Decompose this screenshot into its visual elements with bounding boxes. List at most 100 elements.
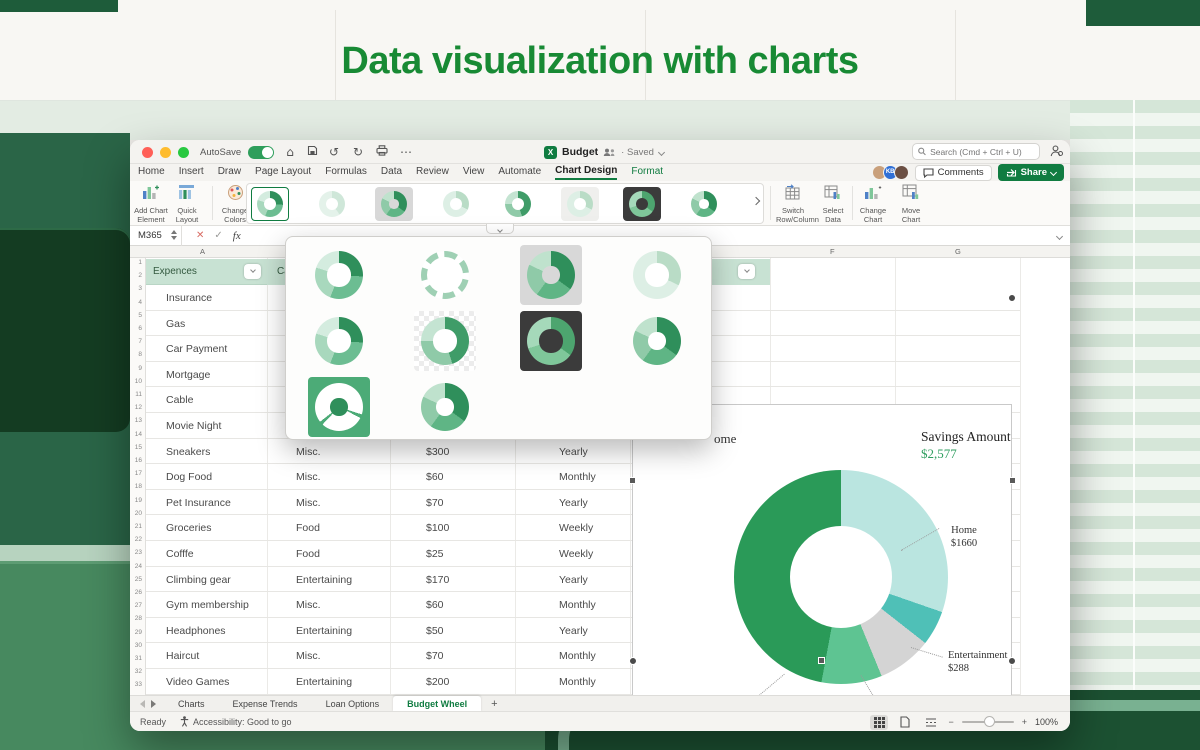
table-cell[interactable]: Monthly <box>559 471 596 483</box>
ribbon-tab-page-layout[interactable]: Page Layout <box>255 166 311 179</box>
name-box[interactable]: M365 <box>130 226 182 246</box>
sheet-tab-budget-wheel[interactable]: Budget Wheel <box>393 696 481 712</box>
row-number[interactable]: 32 <box>130 668 145 675</box>
row-number[interactable]: 15 <box>130 444 145 451</box>
row-number[interactable]: 3 <box>130 285 145 292</box>
row-number[interactable]: 11 <box>130 391 145 398</box>
table-cell[interactable]: Sneakers <box>166 446 210 458</box>
row-number[interactable]: 28 <box>130 615 145 622</box>
confirm-formula-icon[interactable]: ✓ <box>214 230 222 241</box>
cancel-formula-icon[interactable]: ✕ <box>196 230 204 241</box>
table-cell[interactable]: $25 <box>426 548 444 560</box>
comments-button[interactable]: Comments <box>915 165 992 181</box>
row-number[interactable]: 2 <box>130 272 145 279</box>
table-cell[interactable]: $100 <box>426 522 449 534</box>
row-number[interactable]: 7 <box>130 338 145 345</box>
row-number[interactable]: 29 <box>130 629 145 636</box>
table-cell[interactable]: Yearly <box>559 574 588 586</box>
collaborator-avatars[interactable]: KB <box>872 165 909 180</box>
table-cell[interactable]: Mortgage <box>166 369 210 381</box>
share-button[interactable]: Share <box>998 164 1064 181</box>
table-cell[interactable]: Yearly <box>559 446 588 458</box>
select-data-button[interactable]: Select Data <box>816 184 850 225</box>
chart-style-thumb[interactable] <box>251 187 289 221</box>
row-number[interactable]: 27 <box>130 602 145 609</box>
add-chart-element-button[interactable]: Add Chart Element <box>134 184 168 225</box>
column-header[interactable]: F <box>830 247 835 256</box>
account-icon[interactable] <box>1050 145 1063 160</box>
move-chart-button[interactable]: Move Chart <box>894 184 928 225</box>
row-number[interactable]: 17 <box>130 470 145 477</box>
selection-handle[interactable] <box>1008 294 1016 302</box>
chart-style-option[interactable] <box>308 311 370 371</box>
table-cell[interactable]: Entertaining <box>296 676 352 688</box>
minimize-window-button[interactable] <box>160 147 171 158</box>
close-window-button[interactable] <box>142 147 153 158</box>
save-icon[interactable] <box>304 144 320 160</box>
table-cell[interactable]: Misc. <box>296 471 321 483</box>
table-cell[interactable]: Misc. <box>296 650 321 662</box>
chart-style-option[interactable] <box>414 245 476 305</box>
table-cell[interactable]: Misc. <box>296 497 321 509</box>
budget-donut-chart[interactable]: ome Savings Amount $2,577 Home$1660 Ente… <box>632 404 1012 695</box>
ribbon-tab-formulas[interactable]: Formulas <box>325 166 367 179</box>
table-cell[interactable]: Monthly <box>559 650 596 662</box>
more-icon[interactable]: ⋯ <box>398 144 414 160</box>
chart-style-thumb[interactable] <box>561 187 599 221</box>
zoom-slider[interactable] <box>962 721 1014 723</box>
name-box-stepper[interactable] <box>171 230 177 240</box>
table-cell[interactable]: Monthly <box>559 599 596 611</box>
switch-row-column-button[interactable]: Switch Row/Column <box>776 184 810 225</box>
table-cell[interactable]: Weekly <box>559 522 593 534</box>
chart-style-option[interactable] <box>414 311 476 371</box>
row-number[interactable]: 16 <box>130 457 145 464</box>
undo-icon[interactable]: ↺ <box>326 144 342 160</box>
next-sheet-icon[interactable] <box>151 700 156 708</box>
table-cell[interactable]: $50 <box>426 625 444 637</box>
table-cell[interactable]: Climbing gear <box>166 574 231 586</box>
selection-handle[interactable] <box>1009 477 1016 484</box>
column-header[interactable]: A <box>200 247 205 256</box>
row-number[interactable]: 5 <box>130 312 145 319</box>
table-cell[interactable]: Gym membership <box>166 599 249 611</box>
ribbon-tab-view[interactable]: View <box>463 166 485 179</box>
row-number[interactable]: 19 <box>130 497 145 504</box>
ribbon-tab-review[interactable]: Review <box>416 166 449 179</box>
table-cell[interactable]: Food <box>296 522 320 534</box>
table-cell[interactable]: Haircut <box>166 650 199 662</box>
quick-layout-button[interactable]: Quick Layout <box>170 184 204 225</box>
search-input[interactable] <box>930 147 1034 157</box>
row-number[interactable]: 13 <box>130 417 145 424</box>
search-box[interactable] <box>912 143 1040 160</box>
autosave-toggle[interactable] <box>248 146 274 159</box>
sheet-tab-charts[interactable]: Charts <box>164 696 219 712</box>
table-cell[interactable]: Insurance <box>166 292 212 304</box>
chart-style-thumb[interactable] <box>685 187 723 221</box>
zoom-slider-knob[interactable] <box>984 716 995 727</box>
row-number[interactable]: 26 <box>130 589 145 596</box>
chart-style-thumb[interactable] <box>375 187 413 221</box>
table-cell[interactable]: Groceries <box>166 522 212 534</box>
prev-sheet-icon[interactable] <box>140 700 145 708</box>
row-number[interactable]: 4 <box>130 299 145 306</box>
table-cell[interactable]: Weekly <box>559 548 593 560</box>
row-number[interactable]: 12 <box>130 404 145 411</box>
chart-style-option[interactable] <box>520 311 582 371</box>
ribbon-tab-draw[interactable]: Draw <box>218 166 241 179</box>
row-number[interactable]: 20 <box>130 510 145 517</box>
document-title[interactable]: Budget <box>562 146 598 158</box>
page-layout-view-button[interactable] <box>896 715 914 730</box>
chevron-down-icon[interactable] <box>658 148 665 155</box>
print-icon[interactable] <box>374 144 390 160</box>
chart-style-option[interactable] <box>414 377 476 437</box>
formula-bar-expand-icon[interactable] <box>1056 233 1063 240</box>
row-number[interactable]: 30 <box>130 642 145 649</box>
selection-handle[interactable] <box>629 477 636 484</box>
table-cell[interactable]: $70 <box>426 497 444 509</box>
accessibility-status[interactable]: Accessibility: Good to go <box>180 716 292 727</box>
row-number[interactable]: 22 <box>130 536 145 543</box>
table-cell[interactable]: Yearly <box>559 497 588 509</box>
redo-icon[interactable]: ↻ <box>350 144 366 160</box>
gallery-scroll-icon[interactable] <box>752 197 760 205</box>
row-number[interactable]: 21 <box>130 523 145 530</box>
